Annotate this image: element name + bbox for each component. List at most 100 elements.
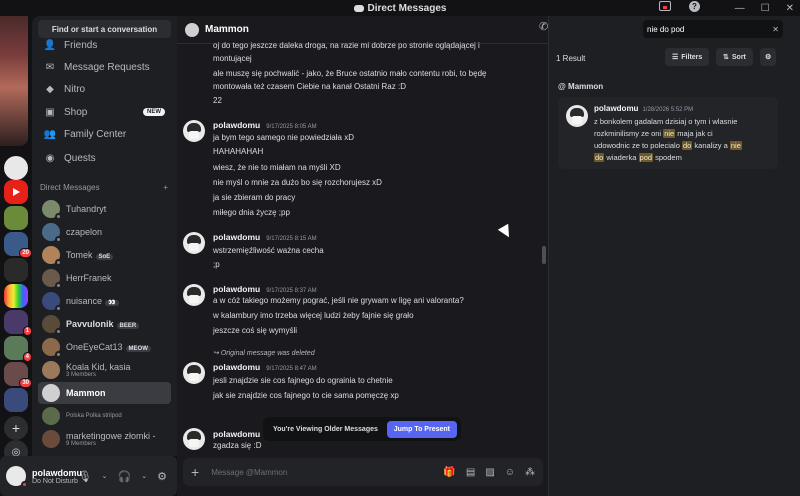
dm-item[interactable]: nuisance 👀 — [38, 290, 171, 312]
close-window-icon[interactable]: ✕ — [786, 3, 794, 14]
message-line: ale muszę się pochwalić - jako, że Bruce… — [213, 69, 487, 78]
dm-item[interactable]: Polska Polka strilpod — [38, 405, 171, 427]
message-timestamp: 9/17/2025 8:47 AM — [266, 366, 317, 372]
avatar — [42, 384, 60, 402]
member-count: 9 Members — [66, 441, 97, 447]
result-text: maja jak ci — [675, 129, 713, 138]
nav-label: Shop — [64, 106, 88, 118]
maximize-icon[interactable]: ☐ — [761, 3, 770, 14]
server-icon[interactable] — [4, 258, 28, 282]
minimize-icon[interactable]: — — [735, 3, 745, 14]
filters-button[interactable]: ☰ Filters — [665, 48, 710, 66]
nav-family-center[interactable]: 👥 Family Center — [38, 123, 171, 145]
dm-item[interactable]: Koala Kid, kasia 3 Members — [38, 359, 171, 381]
server-icon[interactable]: 30 — [4, 362, 32, 388]
message-composer[interactable]: + Message @Mammon 🎁 ▤ ▨ ☺ ⁂ — [183, 458, 543, 486]
chat-header: Mammon — [177, 16, 548, 44]
nav-message-requests[interactable]: ✉ Message Requests — [38, 56, 171, 78]
server-icon[interactable]: 4 — [4, 336, 32, 362]
dm-item[interactable]: Tuhandryt — [38, 198, 171, 220]
message-line: zgadza się :D — [213, 441, 262, 450]
search-query[interactable]: nie do pod — [647, 25, 684, 34]
help-icon[interactable]: ? — [689, 1, 700, 12]
result-highlight: do — [594, 153, 605, 162]
message-author[interactable]: polawdomu 9/17/2025 8:15 AM — [213, 232, 317, 242]
message-author[interactable]: polawdomu 9/17/2025 8:05 AM — [213, 120, 317, 130]
sticker-icon[interactable]: ▨ — [485, 467, 494, 478]
dm-item[interactable]: Pavvulonik BEER — [38, 313, 171, 335]
chevron-down-icon[interactable]: ⌄ — [102, 472, 108, 480]
nav-label: Message Requests — [64, 61, 150, 73]
author-name[interactable]: polawdomu — [213, 232, 260, 242]
search-result-card[interactable]: polawdomu 1/28/2026 5:52 PM z bonkolem ga… — [558, 97, 778, 169]
chat-scrollbar[interactable] — [542, 246, 546, 264]
clan-tag: 👀 — [105, 300, 119, 306]
voice-call-icon[interactable]: ✆ — [539, 20, 548, 33]
message-line: w kalambury imo trzeba więcej ludzi żeby… — [213, 311, 414, 320]
message-line: 22 — [213, 96, 222, 105]
microphone-icon[interactable]: 🎙 — [78, 470, 92, 483]
server-icon[interactable] — [4, 284, 28, 308]
message-avatar[interactable] — [183, 120, 205, 142]
message-avatar[interactable] — [183, 232, 205, 254]
nav-quests[interactable]: ◉ Quests — [38, 147, 171, 169]
dm-name: Tomek — [66, 250, 93, 260]
search-settings-button[interactable]: ⚙ — [760, 48, 777, 66]
result-author-name[interactable]: polawdomu — [594, 104, 638, 113]
create-dm-icon[interactable]: + — [163, 183, 168, 192]
user-avatar[interactable] — [6, 466, 28, 488]
message-avatar[interactable] — [183, 284, 205, 306]
inbox-icon[interactable] — [659, 1, 671, 11]
reply-reference[interactable]: ↪ Original message was deleted — [213, 349, 315, 357]
nav-nitro[interactable]: ◆ Nitro — [38, 78, 171, 100]
result-highlight: do — [681, 141, 693, 150]
nav-friends[interactable]: 👤 Friends — [38, 34, 171, 56]
dm-item[interactable]: Tomek SoE — [38, 244, 171, 266]
message-line: ja bym tego samego nie powiedziała xD — [213, 133, 354, 142]
author-name[interactable]: polawdomu — [213, 284, 260, 294]
message-avatar[interactable] — [183, 362, 205, 384]
dm-item[interactable]: HerrFranek — [38, 267, 171, 289]
server-icon[interactable]: 1 — [4, 310, 32, 336]
message-author[interactable]: polawdomu 9/17/2025 8:47 AM — [213, 362, 317, 372]
dm-item[interactable]: marketingowe złomki -9 Members — [38, 428, 171, 450]
reply-text: Original message was deleted — [220, 350, 315, 357]
chevron-down-icon[interactable]: ⌄ — [141, 472, 147, 480]
message-line: miłego dnia życzę ;pp — [213, 208, 290, 217]
add-server-icon[interactable]: + — [4, 416, 28, 440]
gif-icon[interactable]: ▤ — [466, 467, 475, 478]
nav-shop[interactable]: ▣ Shop NEW — [38, 101, 171, 123]
add-attachment-icon[interactable]: + — [191, 464, 199, 480]
message-input[interactable]: Message @Mammon — [211, 468, 431, 477]
headphones-icon[interactable]: 🎧 — [118, 470, 132, 483]
clan-tag: BEER — [116, 323, 140, 329]
clear-search-icon[interactable]: ✕ — [772, 25, 779, 34]
result-highlight: nie — [729, 141, 742, 150]
author-name[interactable]: polawdomu — [213, 120, 260, 130]
message-avatar[interactable] — [183, 428, 205, 450]
settings-gear-icon[interactable]: ⚙ — [157, 470, 167, 483]
server-icon[interactable]: 20 — [4, 232, 32, 258]
server-icon[interactable] — [4, 388, 28, 412]
author-name[interactable]: polawdomu — [213, 362, 260, 372]
gift-icon[interactable]: 🎁 — [443, 467, 455, 478]
result-avatar — [566, 105, 588, 127]
result-group-name: Mammon — [568, 82, 604, 91]
dm-item[interactable]: OneEyeCat13 MEOW — [38, 336, 171, 358]
jump-to-present-button[interactable]: Jump To Present — [386, 420, 457, 438]
author-name[interactable]: polawdomu — [213, 429, 260, 439]
youtube-server-icon[interactable] — [4, 180, 28, 204]
sort-button[interactable]: ⇅ Sort — [716, 48, 753, 66]
apps-icon[interactable]: ⁂ — [525, 467, 535, 478]
dm-name: Pavvulonik — [66, 319, 114, 329]
emoji-icon[interactable]: ☺ — [505, 467, 515, 478]
dm-item-active[interactable]: Mammon — [38, 382, 171, 404]
search-input[interactable]: nie do pod ✕ — [643, 20, 783, 38]
message-author[interactable]: polawdomu 9/17/2025 8:37 AM — [213, 284, 317, 294]
chat-header-name[interactable]: Mammon — [205, 24, 249, 35]
dm-item[interactable]: czapelon — [38, 221, 171, 243]
result-line: z bonkolem gadalam dzisiaj o tym i wlasn… — [594, 117, 738, 126]
nitro-icon: ◆ — [46, 83, 54, 95]
server-icon[interactable] — [4, 156, 28, 180]
server-icon[interactable] — [4, 206, 28, 230]
